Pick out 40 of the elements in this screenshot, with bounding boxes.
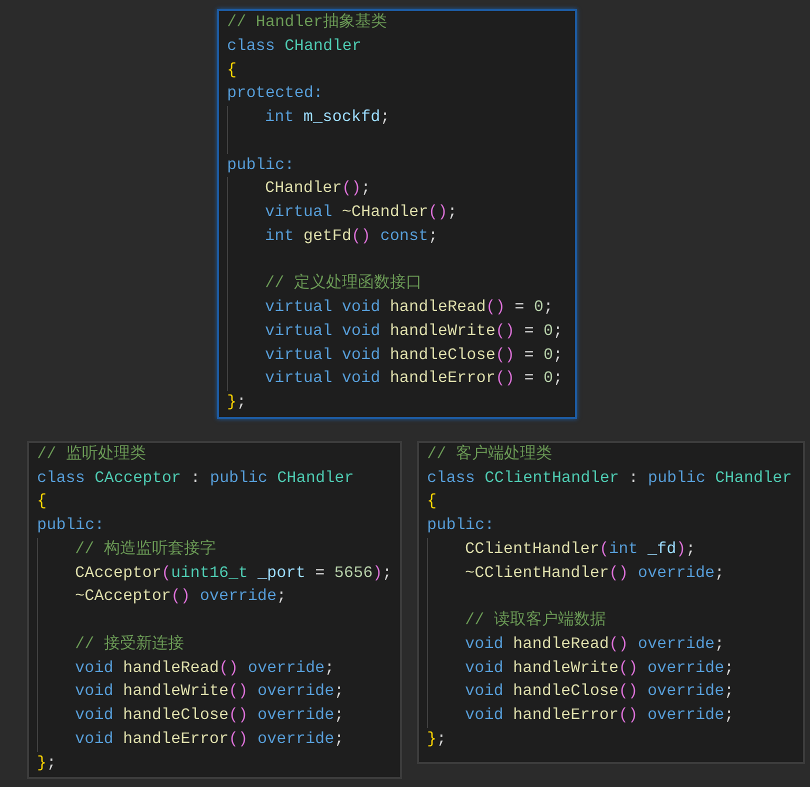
code-line: virtual void handleError() = 0;: [265, 368, 564, 390]
code-line: void handleWrite() override;: [465, 658, 735, 678]
code-line: // 监听处理类: [37, 444, 147, 465]
code-line: virtual ~CHandler();: [265, 202, 458, 223]
code-line: virtual void handleWrite() = 0;: [265, 320, 564, 342]
code-line: int m_sockfd;: [265, 107, 391, 128]
code-line: // 读取客户端数据: [465, 610, 607, 631]
code-line: public:: [227, 154, 296, 176]
code-line: class CHandler: [227, 36, 362, 57]
code-line: void handleRead() override;: [465, 634, 726, 655]
code-line: virtual void handleRead() = 0;: [265, 297, 554, 318]
code-line: CClientHandler(int _fd);: [465, 538, 696, 560]
code-line: class CAcceptor : public CHandler: [37, 468, 355, 488]
code-line: // Handler抽象基类: [227, 12, 388, 33]
code-line: // 客户端处理类: [427, 444, 553, 465]
code-line: virtual void handleClose() = 0;: [265, 344, 564, 366]
code-line: // 接受新连接: [75, 634, 185, 655]
code-line: public:: [427, 515, 496, 536]
code-line: int getFd() const;: [265, 226, 439, 247]
code-line: CAcceptor(uint16_t _port = 5656);: [75, 562, 392, 584]
code-line: void handleError() override;: [465, 705, 735, 726]
code-line: // 构造监听套接字: [75, 538, 217, 560]
code-line: void handleWrite() override;: [75, 681, 345, 702]
code-line: CHandler();: [265, 178, 372, 200]
code-line: ~CAcceptor() override;: [75, 586, 288, 608]
code-line: // 定义处理函数接口: [265, 272, 423, 294]
code-line: {: [37, 491, 48, 512]
code-line: {: [427, 491, 438, 512]
code-line: void handleClose() override;: [75, 705, 345, 726]
code-line: void handleClose() override;: [465, 681, 735, 702]
code-line: class CClientHandler : public CHandler: [427, 468, 793, 488]
code-line: ~CClientHandler() override;: [465, 562, 726, 584]
code-line: };: [427, 728, 448, 750]
code-line: protected:: [227, 83, 324, 104]
code-line: void handleRead() override;: [75, 658, 336, 678]
code-line: public:: [37, 515, 106, 536]
code-line: };: [227, 392, 248, 413]
code-line: void handleError() override;: [75, 728, 345, 750]
code-line: };: [37, 752, 58, 774]
code-line: {: [227, 60, 238, 80]
